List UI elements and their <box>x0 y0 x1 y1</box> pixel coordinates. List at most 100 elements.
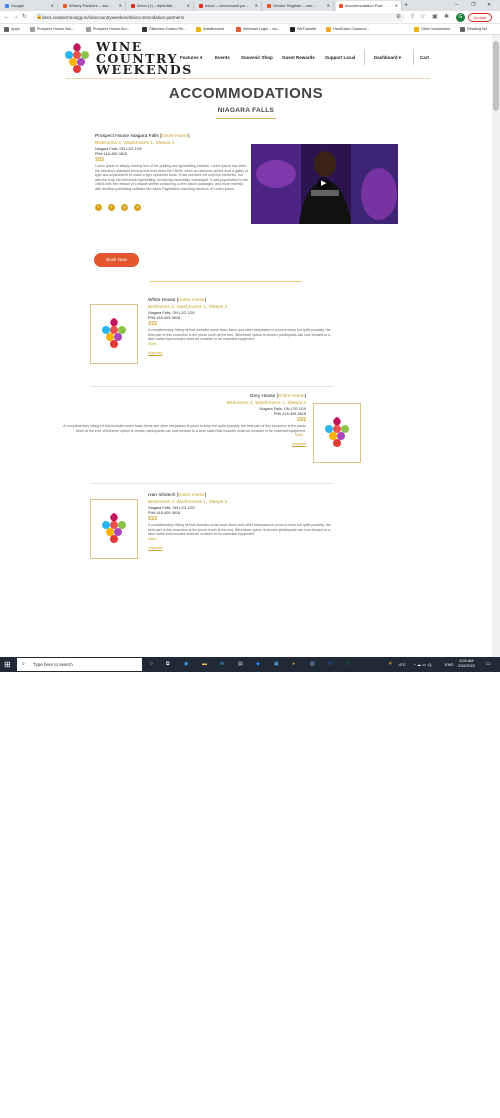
page-title: ACCOMMODATIONS <box>168 85 324 102</box>
bookmark-item[interactable]: Prospect House Am... <box>86 24 130 35</box>
inquiries-link[interactable]: Inquiries <box>148 350 334 356</box>
listing-name[interactable]: Ivan Infotech <box>148 493 175 498</box>
word-icon[interactable]: W <box>328 657 333 672</box>
grape-logo-icon[interactable] <box>64 42 90 76</box>
listing-price: $$$ <box>148 516 158 522</box>
apps-grid-icon <box>4 26 9 32</box>
listing-details: Bedrooms 2, Washrooms 1, Sleeps 4 <box>226 401 306 406</box>
more-link[interactable]: More... <box>148 537 334 542</box>
forward-icon[interactable]: → <box>13 14 19 21</box>
bookmark-item[interactable]: WeTransfer <box>290 24 317 35</box>
more-link[interactable]: More... <box>148 342 334 347</box>
close-icon[interactable]: ✕ <box>255 1 258 11</box>
bookmark-reading-list[interactable]: Reading list <box>460 24 487 35</box>
social-links: f t ◎ ● <box>95 195 250 211</box>
tab-accommodation-partners[interactable]: Accommodation Part... ✕ <box>336 1 402 11</box>
listing-name[interactable]: Grey House <box>250 394 276 399</box>
tab-inbox-1[interactable]: Inbox (1) – tlytfe/lat/... ✕ <box>128 1 194 11</box>
excel-icon[interactable]: X <box>346 657 349 672</box>
site-logo-text[interactable]: WINE COUNTRY WEEKENDS <box>96 41 193 76</box>
update-button[interactable]: Update <box>468 13 492 22</box>
app-icon[interactable]: ▤ <box>238 657 243 672</box>
maximize-icon[interactable]: ❐ <box>471 0 475 11</box>
twitter-icon[interactable]: t <box>108 203 115 211</box>
book-now-button[interactable]: Book Now <box>94 253 139 267</box>
tab-winery-partners[interactable]: Winery Partners – wor... ✕ <box>60 1 126 11</box>
listing-name[interactable]: White House <box>148 298 175 303</box>
zoom-icon[interactable]: ⊕ <box>396 13 401 22</box>
listing-details: Bedrooms 2, Washrooms 1, Sleeps 4 <box>148 500 228 505</box>
listing-type: Entire Home <box>178 298 205 303</box>
tab-vendor-register[interactable]: Vendor Register – wor... ✕ <box>264 1 334 11</box>
url-bar[interactable]: 🔒 dev1.ivantechnology.in/vinecountryweek… <box>33 13 405 22</box>
app-icon[interactable]: ▥ <box>310 657 315 672</box>
extension-icon[interactable]: ▣ <box>432 13 438 22</box>
nav-guest-rewards[interactable]: Guest Rewards <box>282 55 315 60</box>
listing-card: Grey House [Entire Home] Bedrooms 2, Was… <box>62 393 362 505</box>
reload-icon[interactable]: ↻ <box>22 14 27 21</box>
share-icon[interactable]: ⇪ <box>410 13 415 22</box>
bookmark-item[interactable]: Adtalkrecent <box>196 24 224 35</box>
clock[interactable]: 8:00 AM 2/26/2022 <box>458 659 475 669</box>
minimize-icon[interactable]: – <box>455 0 458 11</box>
tray-icons[interactable]: ^ ☁ ▭ ◁) <box>414 657 431 672</box>
listing-info: Grey House [Entire Home] Bedrooms 2, Was… <box>62 394 306 447</box>
file-explorer-icon[interactable]: ▬ <box>202 657 207 672</box>
notification-icon[interactable]: ▭ <box>486 657 491 672</box>
featured-video[interactable]: ▶ <box>251 144 398 224</box>
scrollbar-thumb[interactable] <box>493 41 499 111</box>
star-icon[interactable]: ☆ <box>420 13 425 22</box>
nav-features[interactable]: Features ▾ <box>180 55 202 61</box>
listing-image[interactable] <box>90 499 138 559</box>
bookmark-item[interactable]: Webmail Login – wo... <box>236 24 280 35</box>
close-icon[interactable]: ✕ <box>395 1 398 11</box>
bookmark-apps[interactable]: Apps <box>4 24 20 35</box>
nav-events[interactable]: Events <box>215 55 230 60</box>
close-icon[interactable]: ✕ <box>51 1 54 11</box>
inquiries-link[interactable]: Inquiries <box>62 441 306 447</box>
window-close-icon[interactable]: ✕ <box>487 0 491 11</box>
listing-info: White House [Entire Home] Bedrooms 2, Wa… <box>148 297 334 356</box>
gmail-icon <box>131 4 135 8</box>
store-icon[interactable]: ▣ <box>274 657 279 672</box>
page-icon <box>86 26 91 32</box>
task-view-icon[interactable]: ⧉ <box>166 657 170 672</box>
instagram-icon[interactable]: ◎ <box>121 203 128 211</box>
bookmark-other[interactable]: Other bookmarks <box>414 24 450 35</box>
back-icon[interactable]: ← <box>4 14 10 21</box>
cortana-icon[interactable]: ○ <box>150 657 153 672</box>
listing-image[interactable] <box>313 403 361 463</box>
web-icon[interactable]: ● <box>134 203 141 211</box>
profile-avatar[interactable]: G <box>456 13 465 22</box>
facebook-icon[interactable]: f <box>95 203 102 211</box>
listing-image[interactable] <box>90 304 138 364</box>
nav-support-local[interactable]: Support Local <box>325 55 355 60</box>
nav-cart[interactable]: Cart <box>420 55 429 60</box>
page-scrollbar[interactable] <box>492 35 500 657</box>
chrome-icon[interactable]: ◕ <box>292 657 295 672</box>
mail-app-icon[interactable]: ✉ <box>220 657 224 672</box>
language-indicator[interactable]: ENG <box>445 657 454 672</box>
edge-icon[interactable]: ◉ <box>184 657 188 672</box>
taskbar-search-input[interactable]: ⌕ Type here to search <box>17 658 142 671</box>
play-button[interactable]: ▶ <box>317 177 330 190</box>
bookmark-item[interactable]: HostGator Custome... <box>326 24 370 35</box>
windows-start-icon[interactable]: ⊞ <box>4 657 11 672</box>
nav-dashboard[interactable]: Dashboard ▾ <box>374 55 401 61</box>
listing-name[interactable]: Prospect House Niagara Falls <box>95 134 159 139</box>
close-icon[interactable]: ✕ <box>187 1 190 11</box>
featured-divider <box>150 281 302 282</box>
bookmark-item[interactable]: Fallsview Casino Re... <box>142 24 187 35</box>
nav-souvenir-shop[interactable]: Souvenir Shop <box>241 55 273 60</box>
bookmark-item[interactable]: Prospect House Nia... <box>30 24 74 35</box>
puzzle-icon[interactable]: ✱ <box>444 13 449 22</box>
new-tab-button[interactable]: + <box>404 0 408 11</box>
close-icon[interactable]: ✕ <box>327 1 330 11</box>
close-icon[interactable]: ✕ <box>119 1 122 11</box>
page-icon <box>30 26 35 32</box>
dropbox-icon[interactable]: ◆ <box>256 657 260 672</box>
inquiries-link[interactable]: Inquiries <box>148 545 334 551</box>
tab-inbox-2[interactable]: Inbox – vineccountryw... ✕ <box>196 1 262 11</box>
more-link[interactable]: More... <box>62 433 306 438</box>
tab-google[interactable]: Google ✕ <box>2 1 58 11</box>
